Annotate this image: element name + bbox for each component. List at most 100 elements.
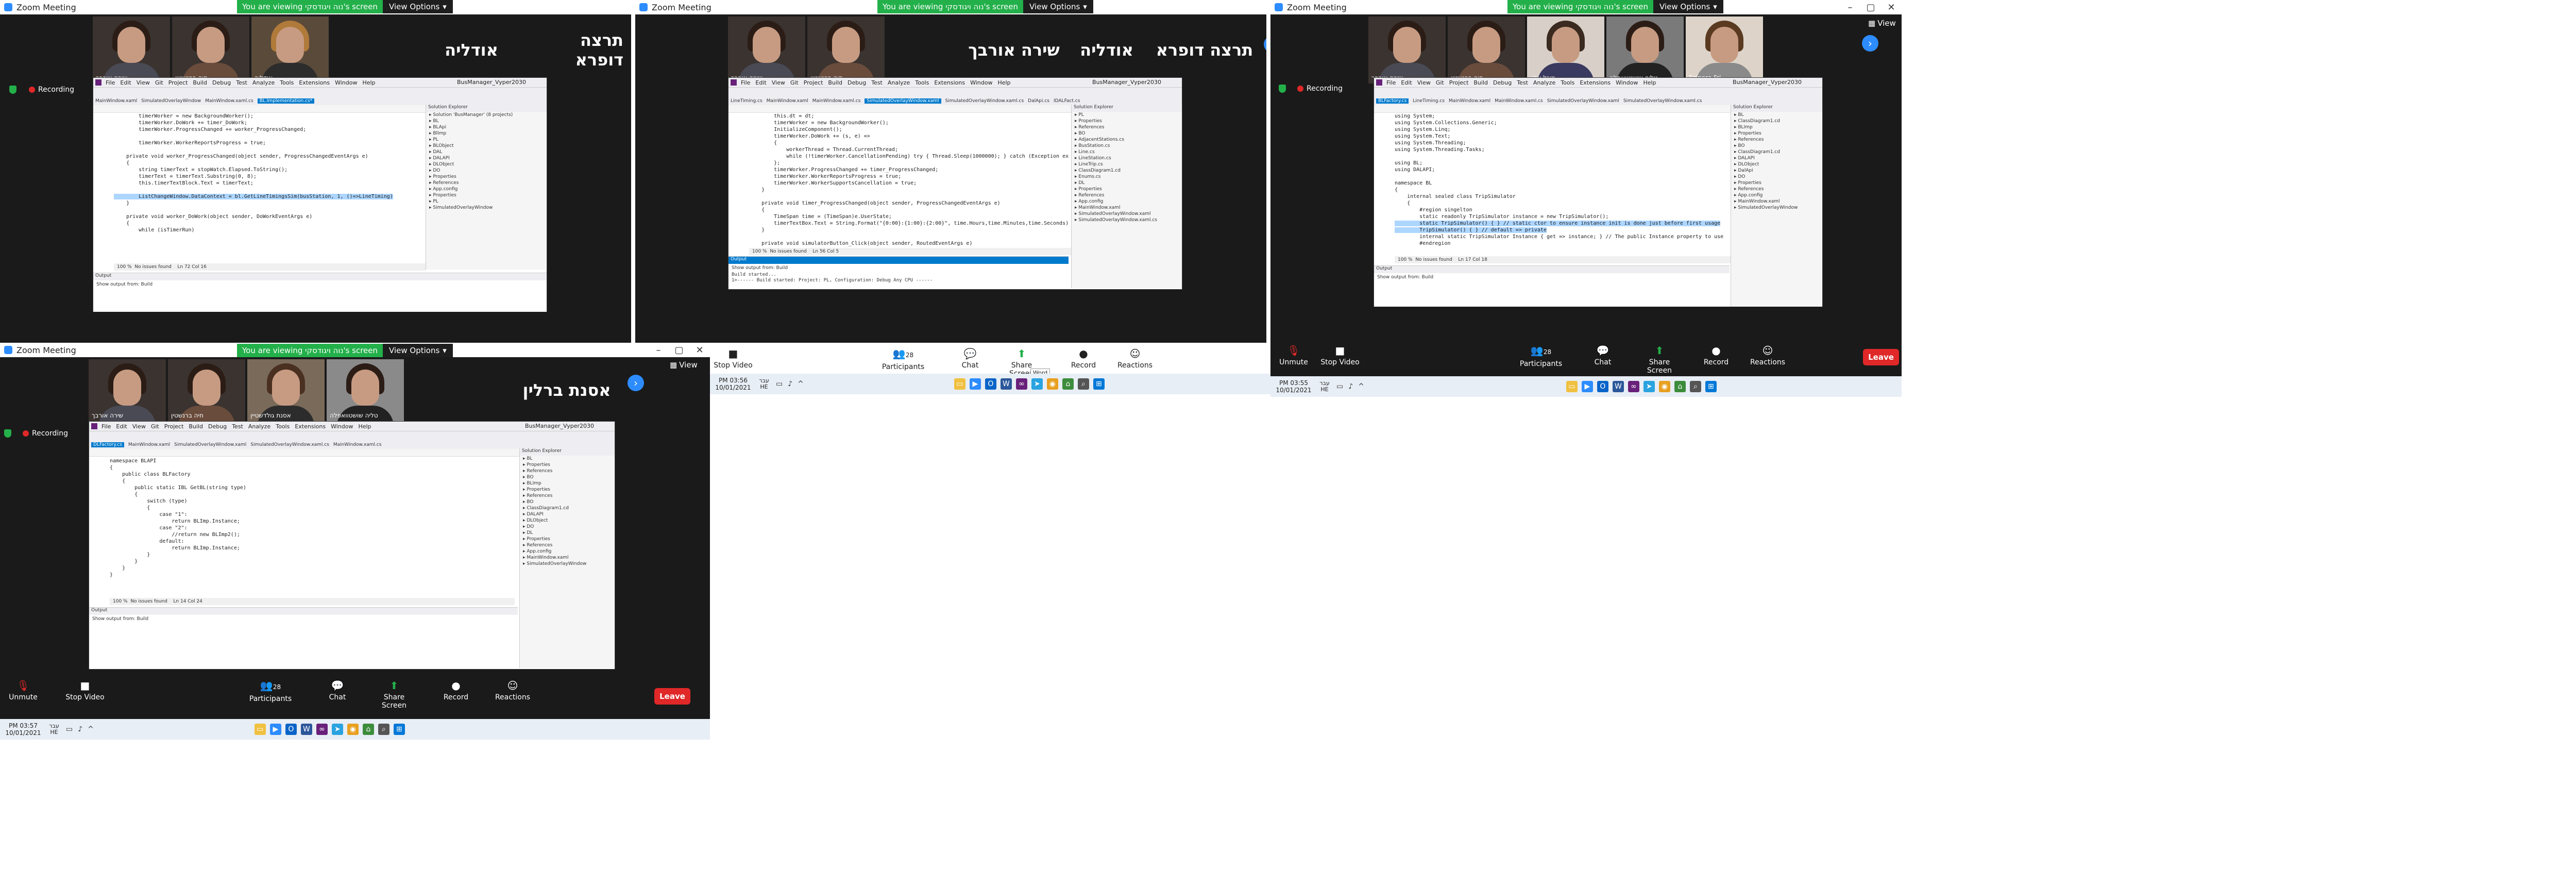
solution-tree-item[interactable]: ▸ BusStation.cs bbox=[1075, 143, 1110, 148]
chat-button[interactable]: 💬 Chat bbox=[314, 680, 361, 701]
participant-tile[interactable]: חיה ברנשטין bbox=[1448, 16, 1525, 83]
minimize-icon[interactable]: – bbox=[648, 343, 669, 357]
solution-tree-item[interactable]: ▸ DalApi bbox=[1734, 168, 1753, 173]
input-language[interactable]: עבר HE bbox=[756, 378, 772, 390]
search-icon[interactable]: ⌕ bbox=[1077, 378, 1089, 390]
solution-tree-item[interactable]: ▸ References bbox=[1734, 187, 1764, 192]
reactions-button[interactable]: ☺ Reactions bbox=[489, 680, 536, 701]
solution-tree-item[interactable]: ▸ MainWindow.xaml bbox=[523, 555, 569, 560]
code-editor[interactable]: namespace BLAPI { public class BLFactory… bbox=[110, 458, 512, 597]
word-icon[interactable]: W bbox=[1612, 381, 1624, 392]
solution-tree-item[interactable]: ▸ Properties bbox=[1075, 187, 1102, 192]
doc-tab[interactable]: SimulatedOverlayWindow.xaml bbox=[1547, 98, 1619, 104]
view-options-button[interactable]: View Options ▾ bbox=[1023, 0, 1093, 13]
unmute-button[interactable]: 🎙 Unmute bbox=[1270, 345, 1317, 366]
solution-tree-item[interactable]: ▸ BLImp bbox=[1734, 125, 1753, 130]
input-language[interactable]: עבר HE bbox=[46, 723, 62, 735]
taskbar-clock[interactable]: 03:56 PM 10/01/2021 bbox=[710, 377, 756, 391]
solution-tree-item[interactable]: ▸ ClassDiagram1.cd bbox=[523, 506, 569, 511]
participant-name-tile[interactable]: תרצה דופרא bbox=[531, 16, 623, 83]
word-icon[interactable]: W bbox=[1000, 378, 1012, 390]
solution-tree-item[interactable]: ▸ App.config bbox=[429, 187, 457, 192]
view-options-button[interactable]: View Options ▾ bbox=[1653, 0, 1723, 13]
doc-tab[interactable]: MainWindow.xaml bbox=[1449, 98, 1490, 104]
solution-tree-item[interactable]: ▸ DAL bbox=[429, 149, 442, 155]
solution-tree-item[interactable]: ▸ References bbox=[523, 469, 552, 474]
search-icon[interactable]: ⌕ bbox=[378, 724, 389, 735]
share-indicator-icon[interactable]: › bbox=[1862, 35, 1878, 52]
solution-tree-item[interactable]: ▸ DLObject bbox=[429, 162, 454, 167]
windows-start-icon[interactable]: ⊞ bbox=[1705, 381, 1717, 392]
solution-tree-item[interactable]: ▸ BL bbox=[1734, 112, 1744, 118]
solution-tree-item[interactable]: ▸ DALAPI bbox=[523, 512, 544, 517]
input-language[interactable]: עבר HE bbox=[1317, 380, 1332, 393]
solution-tree-item[interactable]: ▸ BO bbox=[1075, 131, 1085, 136]
solution-tree-item[interactable]: ▸ SimulatedOverlayWindow.xaml bbox=[1075, 211, 1150, 216]
doc-tab[interactable]: MainWindow.xaml.cs bbox=[333, 442, 382, 447]
doc-tab[interactable]: MainWindow.xaml.cs bbox=[205, 98, 253, 104]
view-options-button[interactable]: View Options ▾ bbox=[383, 0, 453, 13]
visual-studio-icon[interactable]: ∞ bbox=[1015, 378, 1027, 390]
solution-tree-item[interactable]: ▸ DO bbox=[523, 524, 534, 529]
solution-tree-item[interactable]: ▸ References bbox=[1075, 193, 1104, 198]
outlook-icon[interactable]: O bbox=[285, 724, 297, 735]
stop-video-button[interactable]: ■ Stop Video bbox=[710, 348, 756, 370]
stop-video-button[interactable]: ■ Stop Video bbox=[62, 680, 108, 701]
participant-tile[interactable]: חיה ברנשטין bbox=[172, 16, 249, 83]
solution-tree-item[interactable]: ▸ PL bbox=[429, 199, 438, 204]
solution-tree-item[interactable]: ▸ BLApi bbox=[429, 125, 446, 130]
participant-name-tile[interactable]: שירה אורבך bbox=[965, 16, 1063, 83]
search-icon[interactable]: ⌕ bbox=[1689, 381, 1701, 392]
participant-name-tile[interactable]: אודליה bbox=[433, 16, 510, 83]
stop-video-button[interactable]: ■ Stop Video bbox=[1317, 345, 1363, 366]
visual-studio-icon[interactable]: ∞ bbox=[1628, 381, 1639, 392]
solution-tree-item[interactable]: ▸ Properties bbox=[429, 174, 456, 179]
participants-button[interactable]: 👥28 Participants bbox=[247, 680, 294, 703]
view-button[interactable]: ▦ View bbox=[1868, 19, 1896, 28]
solution-tree-item[interactable]: ▸ ClassDiagram1.cd bbox=[1734, 149, 1780, 155]
solution-tree-item[interactable]: ▸ DLObject bbox=[1734, 162, 1759, 167]
solution-explorer[interactable]: Solution Explorer ▸ BL ▸ Properties ▸ Re… bbox=[519, 448, 614, 668]
solution-tree-item[interactable]: ▸ LineTrip.cs bbox=[1075, 162, 1103, 167]
solution-tree-item[interactable]: ▸ BO bbox=[523, 475, 533, 480]
doc-tab[interactable]: MainWindow.xaml bbox=[128, 442, 170, 447]
record-button[interactable]: ● Record bbox=[433, 680, 479, 701]
share-screen-button[interactable]: ⬆Share Screen bbox=[1636, 345, 1683, 375]
reactions-button[interactable]: ☺ Reactions bbox=[1744, 345, 1791, 366]
share-indicator-icon[interactable]: › bbox=[1264, 36, 1266, 53]
doc-tab[interactable]: MainWindow.xaml bbox=[767, 98, 808, 104]
output-source-select[interactable]: Show output from: Build bbox=[89, 615, 518, 623]
participant-tile[interactable]: טליה שושטוואפלה bbox=[1606, 16, 1684, 83]
doc-tab-active[interactable]: BL.Implementation.cs* bbox=[257, 98, 315, 104]
doc-tab-active[interactable]: SimulatedOverlayWindow.xaml bbox=[865, 98, 941, 104]
chrome-icon[interactable]: ◉ bbox=[347, 724, 359, 735]
store-icon[interactable]: ⌂ bbox=[1062, 378, 1074, 390]
doc-tab[interactable]: SimulatedOverlayWindow.xaml.cs bbox=[250, 442, 329, 447]
doc-tab[interactable]: DalApi.cs bbox=[1028, 98, 1049, 104]
solution-tree-item[interactable]: ▸ PL bbox=[1075, 112, 1084, 118]
solution-tree-item[interactable]: ▸ References bbox=[1075, 125, 1104, 130]
minimize-icon[interactable]: – bbox=[1840, 0, 1860, 14]
solution-tree-item[interactable]: ▸ Solution 'BusManager' (8 projects) bbox=[429, 112, 513, 118]
participant-tile[interactable]: שירה אורבך bbox=[89, 359, 166, 421]
participant-name-tile[interactable]: אודליה bbox=[1068, 16, 1145, 83]
leave-button[interactable]: Leave bbox=[654, 688, 690, 705]
solution-tree-item[interactable]: ▸ DALAPI bbox=[429, 156, 450, 161]
code-editor[interactable]: using System; using System.Collections.G… bbox=[1395, 113, 1730, 255]
doc-tab-active[interactable]: DLFactory.cs bbox=[91, 442, 125, 447]
leave-button[interactable]: Leave bbox=[1863, 349, 1899, 365]
doc-tab[interactable]: SimulatedOverlayWindow.xaml.cs bbox=[1623, 98, 1702, 104]
doc-tab[interactable]: MainWindow.xaml.cs bbox=[812, 98, 861, 104]
participant-tile[interactable]: חיה ברנשטין bbox=[807, 16, 885, 83]
participant-tile[interactable]: חיה ברנשטין bbox=[168, 359, 245, 421]
solution-tree-item[interactable]: ▸ Properties bbox=[1734, 180, 1761, 186]
solution-tree-item[interactable]: ▸ Properties bbox=[523, 487, 550, 492]
doc-tab[interactable]: LineTiming.cs bbox=[731, 98, 762, 104]
solution-tree-item[interactable]: ▸ ClassDiagram1.cd bbox=[1075, 168, 1121, 173]
solution-tree-item[interactable]: ▸ BLImp bbox=[523, 481, 541, 486]
view-button[interactable]: ▦ View bbox=[670, 360, 698, 370]
solution-tree-item[interactable]: ▸ AdjacentStations.cs bbox=[1075, 137, 1124, 142]
record-button[interactable]: ● Record bbox=[1693, 345, 1739, 366]
solution-tree-item[interactable]: ▸ SimulatedOverlayWindow.xaml.cs bbox=[1075, 217, 1157, 223]
doc-tab[interactable]: IDALFact.cs bbox=[1054, 98, 1080, 104]
